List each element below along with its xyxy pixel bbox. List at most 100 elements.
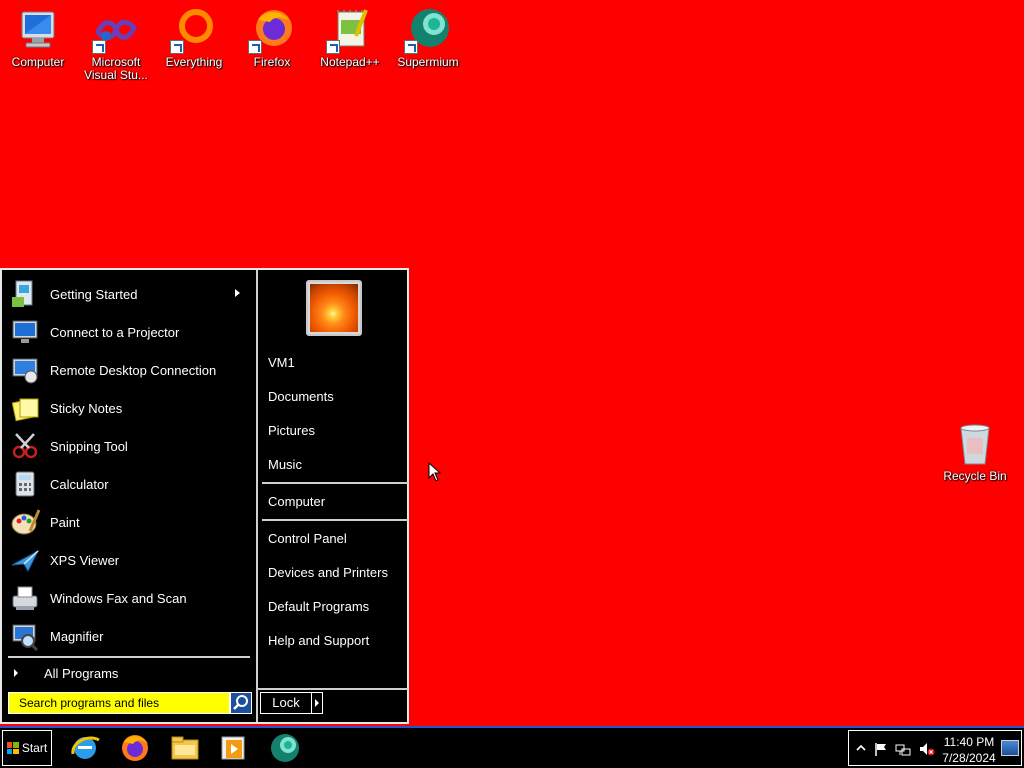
program-fax-scan[interactable]: Windows Fax and Scan [8,580,248,616]
program-calculator[interactable]: Calculator [8,466,248,502]
desktop-icon-notepad-plus-plus[interactable]: Notepad++ [312,0,388,69]
getting-started-icon [8,278,42,310]
program-remote-desktop[interactable]: Remote Desktop Connection [8,352,248,388]
program-label: Sticky Notes [50,400,123,416]
show-hidden-icon[interactable] [853,741,869,757]
program-label: Windows Fax and Scan [50,590,187,606]
visual-studio-icon [92,6,140,54]
program-label: Getting Started [50,286,138,302]
program-getting-started[interactable]: Getting Started [8,276,248,312]
search-icon [233,695,248,710]
network-icon[interactable] [895,741,911,757]
places-item-default-programs[interactable]: Default Programs [268,596,408,618]
shortcut-arrow-icon [170,40,184,54]
program-label: Connect to a Projector [50,324,180,340]
notepad-plus-plus-icon [326,6,374,54]
show-desktop-button[interactable] [1001,740,1019,756]
search-input[interactable] [8,692,230,714]
desktop-icon-recycle-bin[interactable]: Recycle Bin [936,414,1014,483]
divider [258,688,408,690]
taskbar-internet-explorer[interactable] [68,732,102,764]
program-label: Snipping Tool [50,438,128,454]
recycle-bin-icon [951,420,999,468]
divider [262,519,408,521]
mouse-cursor-icon [428,462,442,482]
action-center-flag-icon[interactable] [873,741,889,757]
shortcut-arrow-icon [248,40,262,54]
start-menu: Getting Started Connect to a Projector R… [0,268,409,724]
taskbar-file-explorer[interactable] [168,732,202,764]
all-programs-label: All Programs [44,665,119,681]
all-programs-button[interactable]: All Programs [8,662,248,684]
places-item-documents[interactable]: Documents [268,386,408,408]
calculator-icon [8,468,42,500]
file-explorer-icon [171,736,199,760]
shutdown-options-button[interactable] [311,692,323,714]
volume-muted-icon[interactable] [919,741,935,757]
recycle-bin-label: Recycle Bin [943,469,1007,483]
program-magnifier[interactable]: Magnifier [8,618,248,654]
shortcut-arrow-icon [92,40,106,54]
program-label: Calculator [50,476,109,492]
firefox-icon [248,6,296,54]
places-item-computer[interactable]: Computer [268,491,408,513]
desktop-icon-label: Notepad++ [320,55,380,69]
places-item-user[interactable]: VM1 [268,352,408,374]
start-label: Start [21,741,48,755]
paint-icon [8,506,42,538]
program-label: Magnifier [50,628,104,644]
snipping-tool-icon [8,430,42,462]
user-avatar[interactable] [306,280,362,336]
shortcut-arrow-icon [404,40,418,54]
clock-date[interactable]: 7/28/2024 [941,751,997,765]
projector-icon [8,316,42,348]
search-box [8,692,252,714]
submenu-arrow-icon [235,289,240,297]
magnifier-icon [8,620,42,652]
program-label: Remote Desktop Connection [50,362,217,378]
program-xps-viewer[interactable]: XPS Viewer [8,542,248,578]
divider [262,482,408,484]
desktop-icon-computer[interactable]: Computer [0,0,76,69]
places-item-help-support[interactable]: Help and Support [268,630,408,652]
program-connect-projector[interactable]: Connect to a Projector [8,314,248,350]
desktop-icon-supermium[interactable]: Supermium [390,0,466,69]
desktop-icon-firefox[interactable]: Firefox [234,0,310,69]
fax-scan-icon [8,582,42,614]
desktop-icon-visual-studio[interactable]: Microsoft Visual Stu... [78,0,154,82]
taskbar-supermium[interactable] [268,732,302,764]
start-button[interactable]: Start [2,730,52,766]
supermium-icon [271,734,299,762]
windows-logo-icon [6,742,19,754]
desktop-icon-label: Microsoft Visual Stu... [84,55,148,82]
places-item-control-panel[interactable]: Control Panel [268,528,408,550]
desktop-icon-label: Supermium [397,55,459,69]
places-item-devices-printers[interactable]: Devices and Printers [268,562,408,584]
search-button[interactable] [230,692,252,714]
sticky-notes-icon [8,392,42,424]
places-item-pictures[interactable]: Pictures [268,420,408,442]
lock-button[interactable]: Lock [260,692,312,714]
shortcut-arrow-icon [326,40,340,54]
program-snipping-tool[interactable]: Snipping Tool [8,428,248,464]
program-label: Paint [50,514,80,530]
places-item-music[interactable]: Music [268,454,408,476]
system-tray: 11:40 PM 7/28/2024 [848,730,1022,766]
divider [8,656,250,658]
taskbar-media-player[interactable] [216,732,250,764]
computer-icon [14,6,62,54]
xps-viewer-icon [8,544,42,576]
program-paint[interactable]: Paint [8,504,248,540]
start-menu-places-pane: VM1 Documents Pictures Music Computer Co… [256,270,409,722]
remote-desktop-icon [8,354,42,386]
flower-picture [310,284,358,332]
clock-time[interactable]: 11:40 PM [941,735,997,749]
taskbar: Start 11:40 PM 7/28/2024 [0,726,1024,768]
program-sticky-notes[interactable]: Sticky Notes [8,390,248,426]
firefox-icon [122,735,148,761]
internet-explorer-icon [71,736,100,759]
desktop-icon-everything[interactable]: Everything [156,0,232,69]
desktop-icon-label: Firefox [253,55,291,69]
taskbar-firefox[interactable] [118,732,152,764]
desktop-icon-label: Everything [165,55,223,69]
